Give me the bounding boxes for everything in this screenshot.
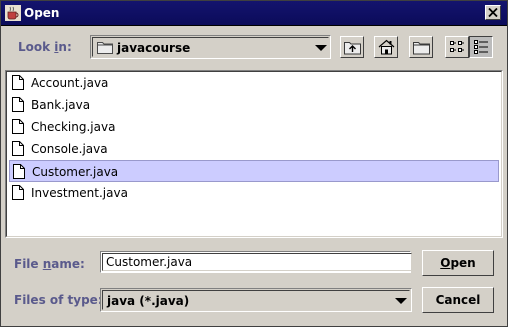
up-one-level-button[interactable]	[340, 36, 364, 58]
home-button[interactable]	[374, 36, 398, 58]
new-folder-button[interactable]	[409, 36, 433, 58]
look-in-label-part: n:	[58, 40, 72, 54]
file-icon	[12, 141, 24, 156]
file-name-label-part: File	[14, 257, 43, 271]
file-name-text: Checking.java	[31, 120, 116, 134]
file-name-text: Console.java	[31, 142, 108, 156]
close-icon	[488, 8, 498, 17]
new-folder-icon	[413, 42, 430, 55]
open-button-label: pen	[450, 256, 476, 270]
file-icon	[12, 97, 24, 112]
cancel-button[interactable]: Cancel	[422, 287, 494, 313]
chevron-down-icon[interactable]	[395, 298, 407, 304]
file-list[interactable]: Account.java Bank.java Checking.java Consol…	[5, 70, 503, 238]
files-of-type-combo[interactable]: java (*.java)	[100, 288, 412, 312]
list-view-button[interactable]	[445, 36, 469, 58]
window-title: Open	[24, 6, 60, 20]
list-view-icon	[450, 41, 464, 52]
open-button[interactable]: Open	[422, 250, 494, 276]
file-name-input[interactable]	[102, 253, 412, 271]
look-in-label: Look in:	[18, 40, 72, 54]
look-in-label-part: Look	[18, 40, 55, 54]
file-icon	[12, 185, 24, 200]
details-view-icon	[474, 40, 488, 54]
file-name-label-mnemonic: n	[42, 257, 52, 271]
coffee-cup-icon	[5, 5, 21, 21]
details-view-button[interactable]	[469, 36, 493, 58]
look-in-combo[interactable]: javacourse	[90, 35, 331, 59]
open-dialog: Open Look in: javacourse Account.java Ba…	[0, 0, 508, 327]
look-in-value: javacourse	[117, 41, 191, 55]
chevron-down-icon[interactable]	[315, 45, 327, 51]
files-of-type-label: Files of type:	[14, 293, 103, 307]
folder-icon	[97, 42, 113, 54]
file-icon	[12, 119, 24, 134]
file-name-text: Account.java	[31, 76, 109, 90]
list-item[interactable]: Console.java	[9, 138, 499, 160]
file-name-label: File name:	[14, 257, 85, 271]
list-item[interactable]: Account.java	[9, 72, 499, 94]
title-bar[interactable]: Open	[1, 1, 507, 26]
open-button-mnemonic: O	[440, 256, 451, 270]
list-item[interactable]: Bank.java	[9, 94, 499, 116]
up-folder-icon	[344, 42, 361, 55]
file-icon	[12, 75, 24, 90]
file-name-label-part: ame:	[51, 257, 85, 271]
list-item[interactable]: Customer.java	[9, 160, 499, 182]
file-name-text: Investment.java	[31, 186, 128, 200]
close-button[interactable]	[485, 5, 501, 20]
file-name-text: Customer.java	[32, 165, 119, 179]
file-icon	[13, 164, 25, 179]
home-icon	[378, 39, 395, 55]
file-name-text: Bank.java	[31, 98, 91, 112]
list-item[interactable]: Checking.java	[9, 116, 499, 138]
list-item[interactable]: Investment.java	[9, 182, 499, 204]
file-name-field[interactable]	[100, 251, 412, 273]
files-of-type-value: java (*.java)	[107, 294, 190, 308]
